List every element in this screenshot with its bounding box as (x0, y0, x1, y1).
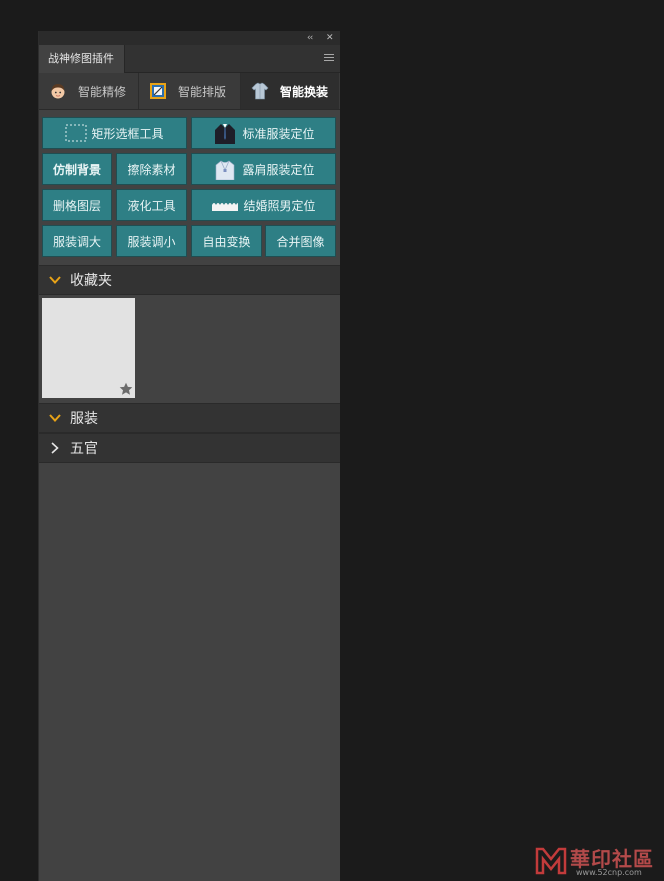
button-label: 擦除素材 (127, 162, 176, 177)
chevron-down-icon (49, 414, 61, 422)
plugin-panel: ‹‹ ✕ 战神修图插件 智能精修 智能排版 智能换装 矩形选框工具 标准服装定位… (38, 31, 340, 881)
button-label: 结婚照男定位 (243, 198, 316, 213)
shirt-icon (251, 82, 269, 100)
liquify-tool-button[interactable]: 液化工具 (116, 189, 187, 221)
clone-background-button[interactable]: 仿制背景 (42, 153, 112, 185)
tool-button-grid: 矩形选框工具 标准服装定位 仿制背景 擦除素材 露肩服装定位 删格图层 液化工具… (39, 110, 340, 265)
close-panel-icon[interactable]: ✕ (326, 31, 334, 45)
tab-smart-layout[interactable]: 智能排版 (139, 73, 241, 109)
section-clothing[interactable]: 服装 (39, 403, 340, 433)
delete-layer-button[interactable]: 删格图层 (42, 189, 112, 221)
button-label: 合并图像 (276, 234, 325, 249)
watermark-url: www.52cnp.com (576, 868, 642, 877)
off-shoulder-clothes-button[interactable]: 露肩服装定位 (191, 153, 336, 185)
layout-frame-icon (150, 83, 166, 99)
hamburger-menu-icon[interactable] (324, 54, 334, 62)
tab-label: 智能精修 (78, 84, 127, 99)
rect-select-button[interactable]: 矩形选框工具 (42, 117, 187, 149)
chevron-right-icon (51, 442, 59, 454)
standard-clothes-button[interactable]: 标准服装定位 (191, 117, 336, 149)
button-label: 标准服装定位 (242, 126, 315, 141)
button-label: 自由变换 (202, 234, 251, 249)
dashed-rect-icon (65, 124, 87, 142)
free-transform-button[interactable]: 自由变换 (191, 225, 262, 257)
section-favorites[interactable]: 收藏夹 (39, 265, 340, 295)
tab-label: 智能换装 (280, 84, 329, 99)
button-label: 删格图层 (52, 198, 101, 213)
mode-tabs: 智能精修 智能排版 智能换装 (39, 73, 340, 110)
wedding-groom-button[interactable]: 结婚照男定位 (191, 189, 336, 221)
watermark-logo-icon (535, 847, 567, 875)
section-label: 五官 (70, 441, 98, 457)
collapse-panel-icon[interactable]: ‹‹ (307, 31, 313, 45)
merge-image-button[interactable]: 合并图像 (265, 225, 336, 257)
erase-material-button[interactable]: 擦除素材 (116, 153, 187, 185)
tab-smart-retouch[interactable]: 智能精修 (39, 73, 139, 109)
button-label: 矩形选框工具 (91, 126, 164, 141)
star-icon[interactable] (119, 382, 133, 396)
button-label: 服装调大 (52, 234, 101, 249)
tab-smart-outfit[interactable]: 智能换装 (241, 73, 339, 109)
button-label: 液化工具 (127, 198, 176, 213)
panel-top-strip: ‹‹ ✕ (39, 31, 340, 45)
clothes-shrink-button[interactable]: 服装调小 (116, 225, 187, 257)
suit-icon (215, 124, 236, 144)
dress-icon (216, 160, 235, 180)
favorites-content (39, 295, 340, 403)
clothes-enlarge-button[interactable]: 服装调大 (42, 225, 112, 257)
button-label: 仿制背景 (52, 162, 101, 177)
lace-icon (212, 203, 239, 211)
favorite-thumbnail[interactable] (42, 298, 135, 398)
face-icon (51, 84, 65, 99)
button-label: 露肩服装定位 (242, 162, 315, 177)
section-facial-features[interactable]: 五官 (39, 433, 340, 463)
chevron-down-icon (49, 276, 61, 284)
panel-title-tab[interactable]: 战神修图插件 (39, 45, 125, 73)
watermark: 華印社區 www.52cnp.com (532, 843, 662, 879)
section-label: 收藏夹 (70, 273, 112, 289)
panel-title-bar: 战神修图插件 (39, 45, 340, 73)
tab-label: 智能排版 (178, 84, 227, 99)
section-label: 服装 (70, 411, 98, 427)
button-label: 服装调小 (127, 234, 176, 249)
